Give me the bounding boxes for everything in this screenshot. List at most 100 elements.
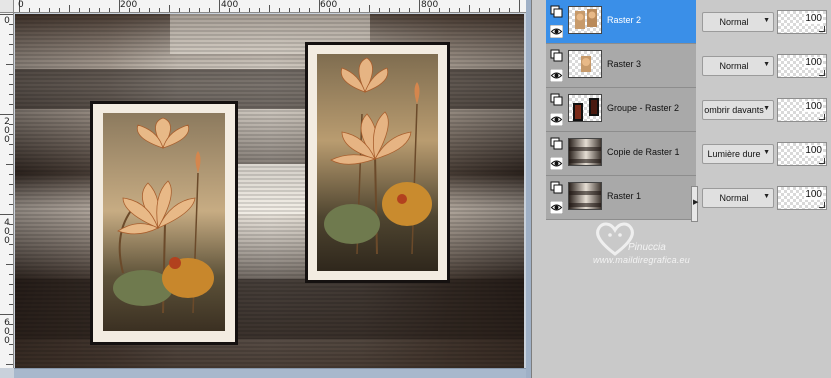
ruler-label: 400 (221, 0, 239, 10)
ruler-label: 6 0 0 (4, 318, 10, 346)
raster-layer-icon (550, 49, 563, 62)
left-framed-picture (90, 101, 238, 345)
layer-row[interactable]: Raster 1 (546, 176, 696, 220)
ruler-tick (359, 8, 360, 12)
blend-mode-dropdown[interactable]: Normal ▼ (702, 56, 774, 76)
resize-grip-icon (819, 202, 825, 208)
ruler-tick (259, 8, 260, 12)
ruler-tick (269, 5, 270, 12)
ruler-tick (169, 5, 170, 12)
ruler-tick (419, 0, 420, 12)
layer-thumbnail (568, 6, 602, 34)
ruler-tick (249, 8, 250, 12)
ruler-tick (9, 84, 13, 85)
palette-splitter-handle[interactable]: ▶ (691, 186, 698, 222)
ruler-tick (9, 44, 13, 45)
layer-name: Raster 3 (607, 59, 642, 69)
blend-mode-dropdown[interactable]: Normal ▼ (702, 12, 774, 32)
ruler-tick (9, 184, 13, 185)
resize-grip-icon (819, 114, 825, 120)
eye-icon[interactable] (550, 157, 563, 170)
layer-icons (550, 3, 564, 41)
ruler-tick (439, 8, 440, 12)
chevron-down-icon: ▼ (763, 61, 770, 68)
eye-icon[interactable] (550, 25, 563, 38)
ruler-tick (9, 94, 13, 95)
ruler-tick (6, 364, 13, 365)
ruler-tick (299, 8, 300, 12)
ruler-tick (9, 104, 13, 105)
opacity-value: 100 (804, 101, 823, 112)
ruler-tick (9, 154, 13, 155)
blend-mode-dropdown[interactable]: Normal ▼ (702, 188, 774, 208)
blend-mode-dropdown[interactable]: Lumière dure ▼ (702, 144, 774, 164)
eye-icon[interactable] (550, 69, 563, 82)
layer-thumbnail (568, 138, 602, 166)
ruler-tick (9, 54, 13, 55)
layer-name: Raster 2 (607, 15, 642, 25)
ruler-tick (519, 0, 520, 12)
opacity-field[interactable]: 100 (777, 186, 827, 210)
ruler-tick (99, 8, 100, 12)
ruler-tick (69, 5, 70, 12)
layers-palette: Raster 2 Raster 3 Groupe - Raster 2 Copie d… (531, 0, 831, 378)
raster-layer-icon (550, 181, 563, 194)
ruler-tick (219, 0, 220, 12)
ruler-tick (39, 8, 40, 12)
ruler-tick (89, 8, 90, 12)
layer-name: Groupe - Raster 2 (607, 103, 680, 113)
opacity-value: 100 (804, 57, 823, 68)
ruler-tick (279, 8, 280, 12)
vertical-ruler: 0 2 0 0 4 0 0 6 0 0 (0, 13, 14, 368)
eye-icon[interactable] (550, 201, 563, 214)
opacity-field[interactable]: 100 (777, 142, 827, 166)
blend-mode-value: Normal (719, 193, 749, 203)
layer-thumbnail (568, 94, 602, 122)
layer-icons (550, 135, 564, 173)
ruler-tick (399, 8, 400, 12)
opacity-field[interactable]: 100 (777, 10, 827, 34)
ruler-tick (9, 204, 13, 205)
ruler-tick (179, 8, 180, 12)
ruler-label: 0 (4, 16, 10, 26)
ruler-tick (449, 8, 450, 12)
layer-name: Raster 1 (607, 191, 642, 201)
eye-icon[interactable] (550, 113, 563, 126)
ruler-tick (469, 5, 470, 12)
ruler-label: 600 (320, 0, 338, 10)
ruler-tick (459, 8, 460, 12)
ruler-tick (6, 64, 13, 65)
watermark-url: www.maildiregrafica.eu (593, 255, 690, 265)
ruler-tick (9, 74, 13, 75)
ruler-tick (289, 8, 290, 12)
blend-mode-value: Normal (719, 61, 749, 71)
blend-mode-dropdown[interactable]: ombrir davants ▼ (702, 100, 774, 120)
ruler-tick (339, 8, 340, 12)
ruler-label: 4 0 0 (4, 218, 10, 246)
layers-list: Raster 2 Raster 3 Groupe - Raster 2 Copie d… (546, 0, 696, 225)
ruler-tick (9, 304, 13, 305)
layer-row[interactable]: Copie de Raster 1 (546, 132, 696, 176)
ruler-tick (29, 8, 30, 12)
opacity-field[interactable]: 100 (777, 54, 827, 78)
ruler-tick (239, 8, 240, 12)
ruler-corner (0, 0, 14, 13)
layer-row[interactable]: Raster 3 (546, 44, 696, 88)
ruler-tick (159, 8, 160, 12)
chevron-down-icon: ▼ (763, 193, 770, 200)
resize-grip-icon (819, 158, 825, 164)
horizontal-scrollbar[interactable] (14, 368, 526, 378)
layer-thumbnail (568, 182, 602, 210)
image-canvas[interactable] (15, 14, 524, 368)
ruler-tick (499, 8, 500, 12)
right-framed-picture (305, 42, 450, 283)
ruler-tick (9, 354, 13, 355)
opacity-field[interactable]: 100 (777, 98, 827, 122)
expand-arrow-icon: ▶ (693, 199, 699, 206)
layer-row[interactable]: Raster 2 (546, 0, 696, 44)
layer-icons (550, 91, 564, 129)
ruler-tick (9, 284, 13, 285)
layer-row[interactable]: Groupe - Raster 2 (546, 88, 696, 132)
watermark: Pinuccia www.maildiregrafica.eu (585, 220, 745, 272)
ruler-tick (9, 294, 13, 295)
